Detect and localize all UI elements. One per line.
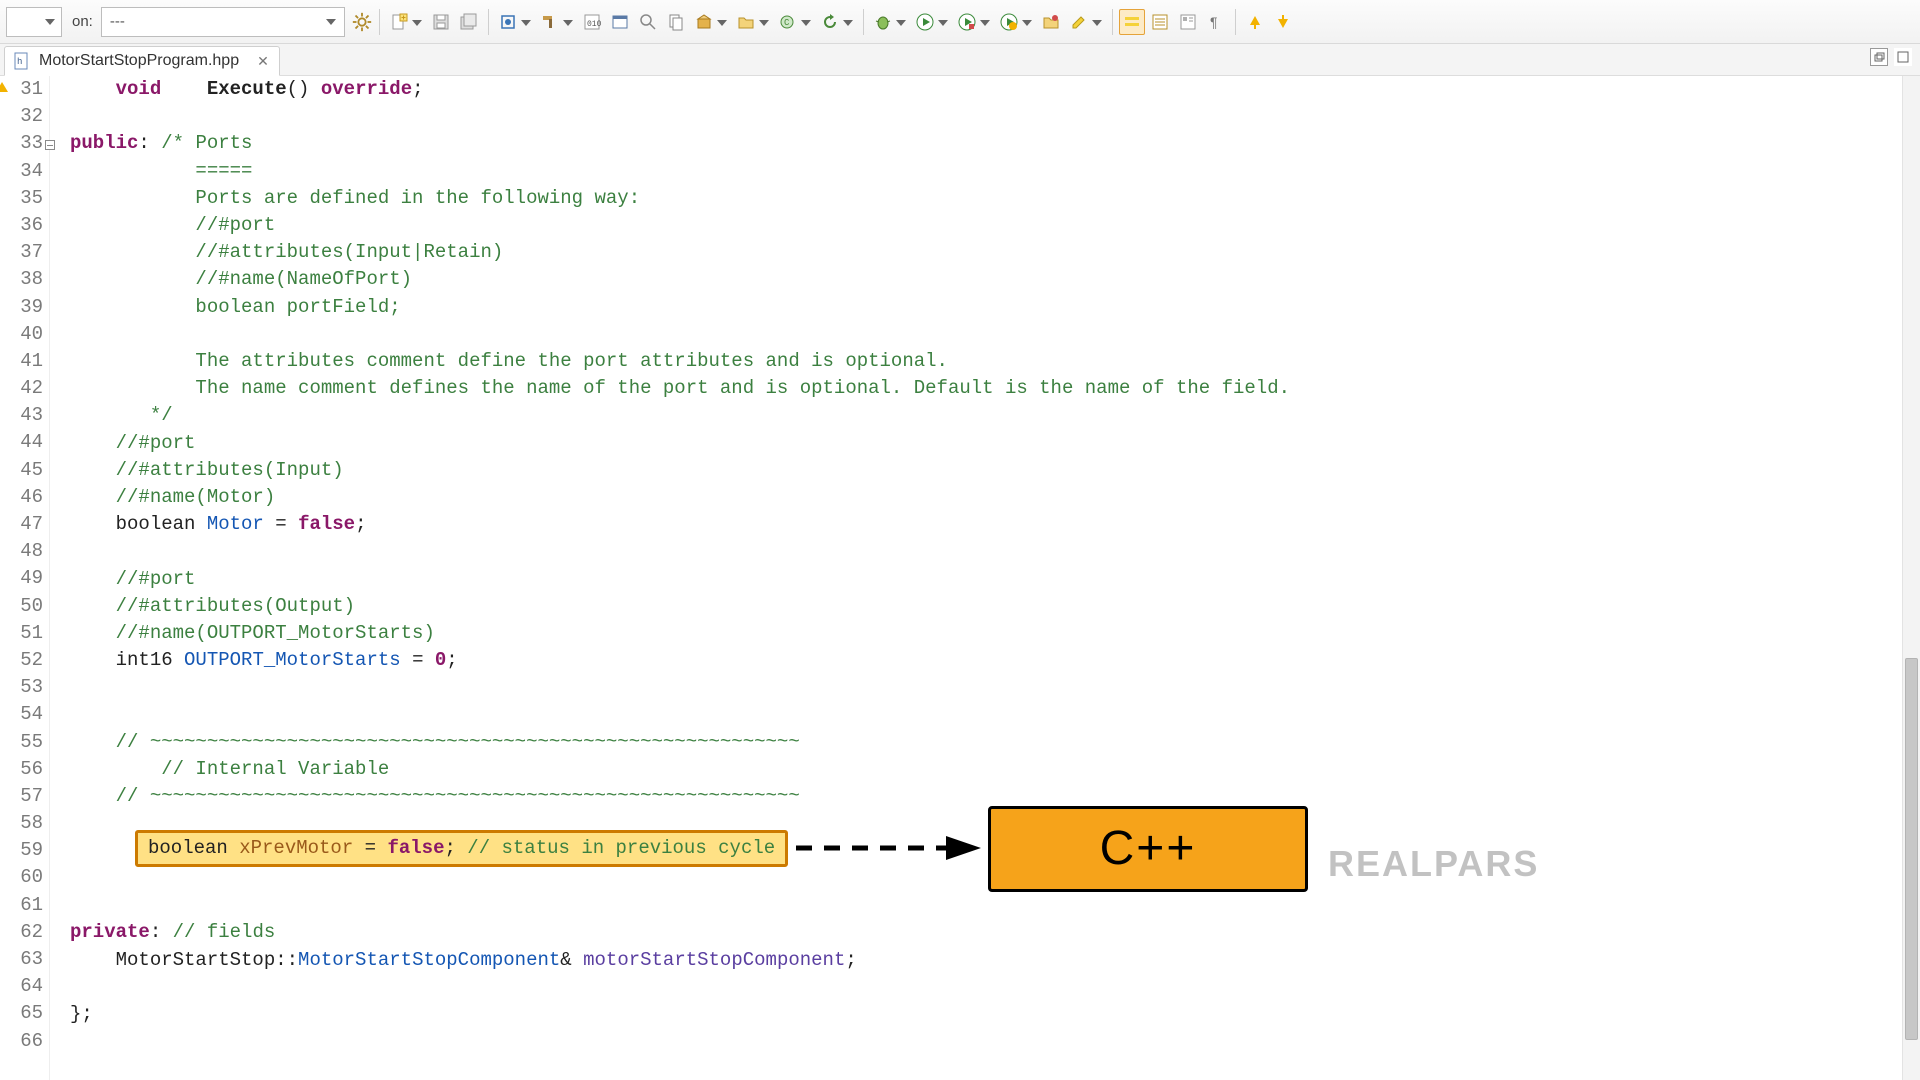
zoom-button[interactable] xyxy=(635,9,661,35)
code-line xyxy=(70,1028,1920,1055)
package-button[interactable] xyxy=(691,9,731,35)
code-line xyxy=(70,974,1920,1001)
svg-text:¶: ¶ xyxy=(1210,14,1218,30)
code-line xyxy=(70,702,1920,729)
highlighted-code-box: boolean xPrevMotor = false; // status in… xyxy=(135,830,788,867)
vertical-scrollbar[interactable] xyxy=(1902,76,1920,1080)
code-editor[interactable]: 3132333435363738394041424344454647484950… xyxy=(0,76,1920,1080)
new-button[interactable] xyxy=(386,9,426,35)
on-field-value: --- xyxy=(110,13,125,30)
on-label: on: xyxy=(72,13,93,30)
svg-text:h: h xyxy=(17,57,22,67)
toggle-mark-button[interactable] xyxy=(1119,9,1145,35)
toolbar-dropdown-1[interactable] xyxy=(6,7,62,37)
code-line: // ~~~~~~~~~~~~~~~~~~~~~~~~~~~~~~~~~~~~~… xyxy=(70,729,1920,756)
code-line: */ xyxy=(70,402,1920,429)
arrow-icon xyxy=(796,828,996,868)
code-line: MotorStartStop::MotorStartStopComponent&… xyxy=(70,947,1920,974)
binary-button[interactable]: 010 xyxy=(579,9,605,35)
close-icon[interactable]: ✕ xyxy=(257,53,269,70)
prev-annotation-button[interactable] xyxy=(1242,9,1268,35)
main-toolbar: on: --- 010 C ¶ xyxy=(0,0,1920,44)
run-button[interactable] xyxy=(912,9,952,35)
code-line: boolean portField; xyxy=(70,294,1920,321)
code-line xyxy=(70,321,1920,348)
refresh-button[interactable] xyxy=(817,9,857,35)
on-field[interactable]: --- xyxy=(101,7,345,37)
code-line: The name comment defines the name of the… xyxy=(70,375,1920,402)
code-line xyxy=(70,674,1920,701)
folder-button[interactable] xyxy=(733,9,773,35)
highlighter-button[interactable] xyxy=(1066,9,1106,35)
pilcrow-button[interactable]: ¶ xyxy=(1203,9,1229,35)
gear-icon[interactable] xyxy=(351,11,373,33)
new-class-button[interactable]: C xyxy=(775,9,815,35)
code-line: void Execute() override; xyxy=(70,76,1920,103)
restore-icon[interactable] xyxy=(1870,48,1888,66)
build-button[interactable] xyxy=(495,9,535,35)
code-line: The attributes comment define the port a… xyxy=(70,348,1920,375)
code-line xyxy=(70,538,1920,565)
code-line: //#attributes(Output) xyxy=(70,593,1920,620)
svg-text:010: 010 xyxy=(587,20,601,29)
save-all-button[interactable] xyxy=(456,9,482,35)
code-line: //#port xyxy=(70,566,1920,593)
tab-menu-icon[interactable] xyxy=(1894,48,1912,66)
code-line: int16 OUTPORT_MotorStarts = 0; xyxy=(70,647,1920,674)
code-line xyxy=(70,892,1920,919)
file-tab-label: MotorStartStopProgram.hpp xyxy=(39,52,239,70)
code-line: Ports are defined in the following way: xyxy=(70,185,1920,212)
cpp-badge-text: C++ xyxy=(1100,835,1197,862)
svg-text:C: C xyxy=(784,18,790,28)
window-button[interactable] xyxy=(607,9,633,35)
watermark-text: REALPARS xyxy=(1328,850,1539,877)
ext-tools-button[interactable] xyxy=(1038,9,1064,35)
code-line xyxy=(70,103,1920,130)
code-line: boolean Motor = false; xyxy=(70,511,1920,538)
code-area[interactable]: void Execute() override; public: /* Port… xyxy=(50,76,1920,1080)
outline-button[interactable] xyxy=(1175,9,1201,35)
task-list-button[interactable] xyxy=(1147,9,1173,35)
code-line: //#attributes(Input) xyxy=(70,457,1920,484)
header-file-icon: h xyxy=(13,52,31,70)
line-gutter: 3132333435363738394041424344454647484950… xyxy=(0,76,50,1080)
code-line: //#port xyxy=(70,430,1920,457)
code-line: //#name(Motor) xyxy=(70,484,1920,511)
coverage-button[interactable] xyxy=(954,9,994,35)
code-line: //#attributes(Input|Retain) xyxy=(70,239,1920,266)
debug-button[interactable] xyxy=(870,9,910,35)
profile-button[interactable] xyxy=(996,9,1036,35)
code-line: public: /* Ports xyxy=(70,130,1920,157)
code-line: private: // fields xyxy=(70,919,1920,946)
code-line: }; xyxy=(70,1001,1920,1028)
file-tab[interactable]: h MotorStartStopProgram.hpp ✕ xyxy=(4,46,280,76)
save-button[interactable] xyxy=(428,9,454,35)
code-line: //#name(OUTPORT_MotorStarts) xyxy=(70,620,1920,647)
hammer-button[interactable] xyxy=(537,9,577,35)
copy-button[interactable] xyxy=(663,9,689,35)
code-line: // Internal Variable xyxy=(70,756,1920,783)
next-annotation-button[interactable] xyxy=(1270,9,1296,35)
cpp-badge: C++ xyxy=(988,806,1308,892)
code-line: ===== xyxy=(70,158,1920,185)
editor-tabstrip: h MotorStartStopProgram.hpp ✕ xyxy=(0,44,1920,76)
code-line: //#port xyxy=(70,212,1920,239)
scrollbar-thumb[interactable] xyxy=(1905,658,1918,1040)
code-line: //#name(NameOfPort) xyxy=(70,266,1920,293)
